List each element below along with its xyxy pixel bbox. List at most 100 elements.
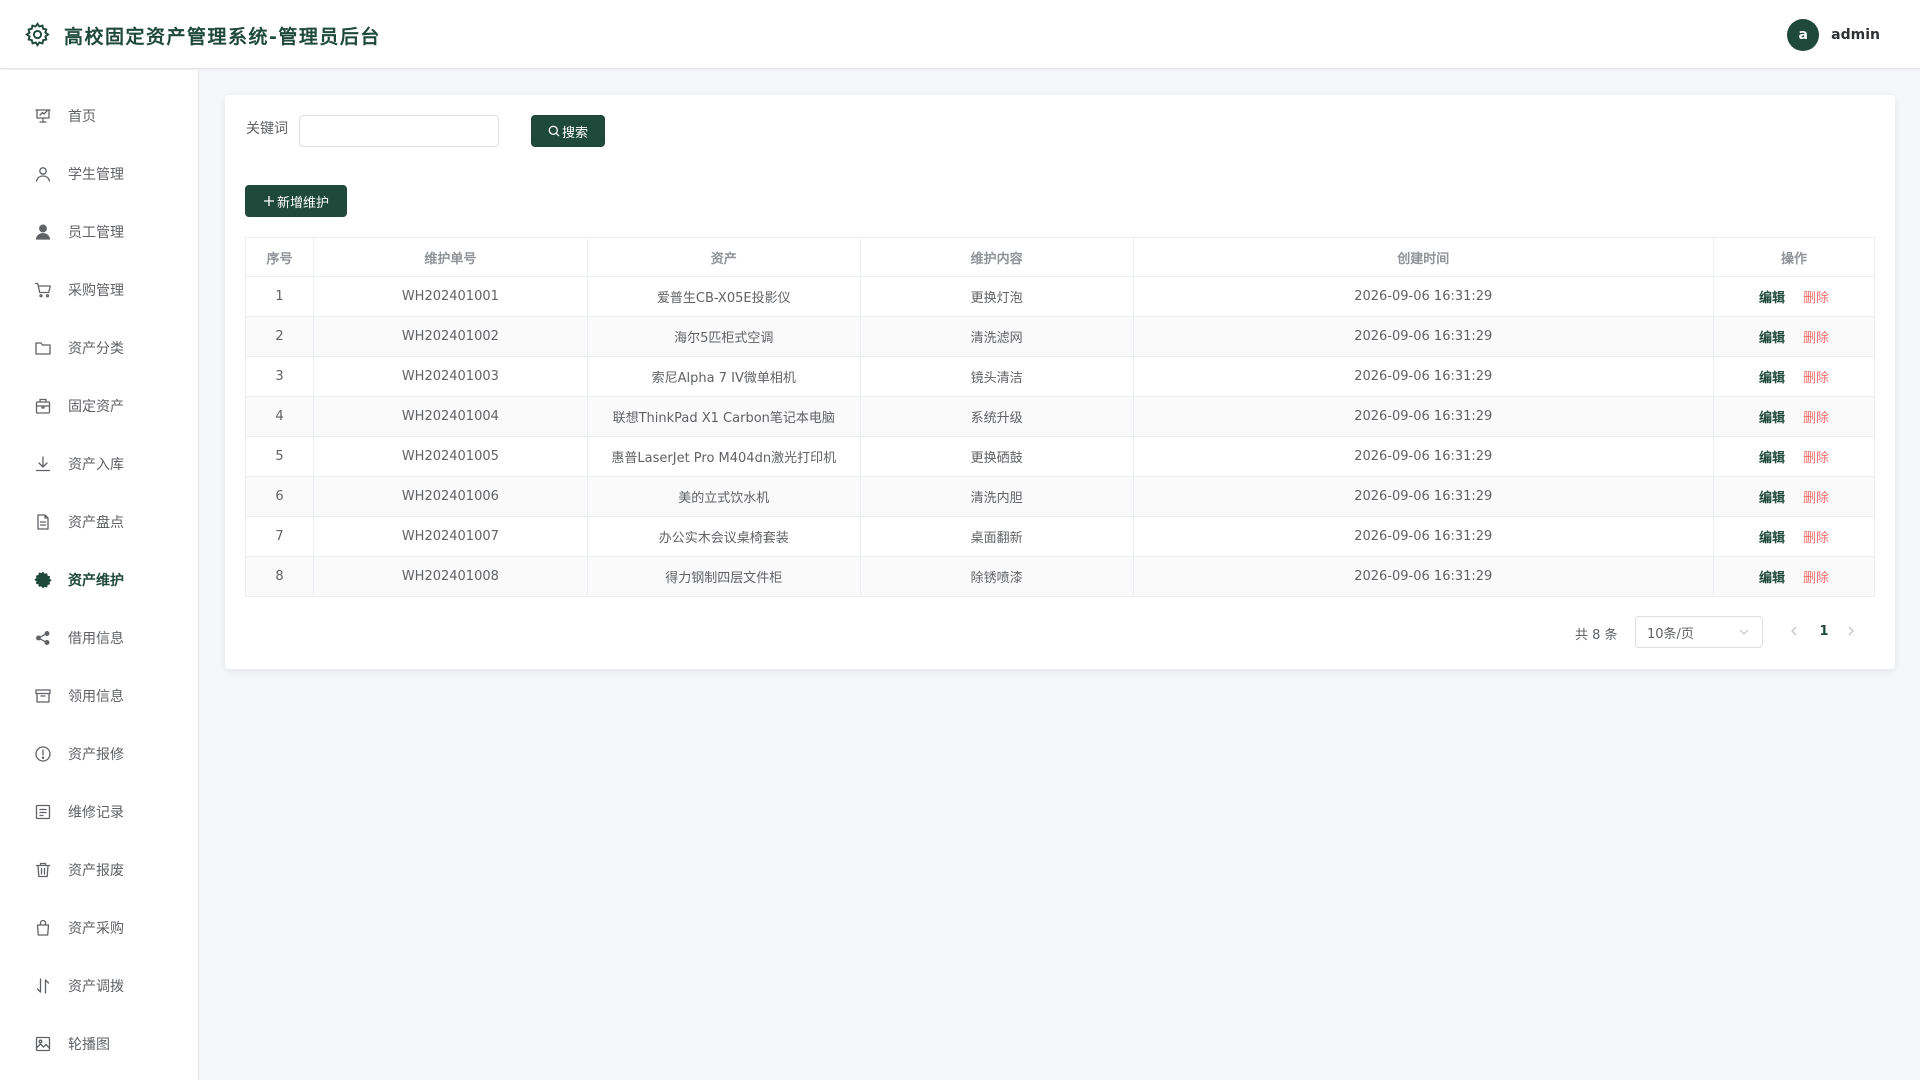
sidebar-item-11[interactable]: 领用信息 <box>0 667 199 725</box>
search-button-label: 搜索 <box>561 125 588 141</box>
sidebar-item-13[interactable]: 维修记录 <box>0 783 199 841</box>
delete-button[interactable]: 删除 <box>1803 531 1829 546</box>
cell-code: WH202401006 <box>313 476 588 517</box>
edit-button[interactable]: 编辑 <box>1759 531 1785 546</box>
gear-icon <box>34 571 52 589</box>
cell-asset: 海尔5匹柜式空调 <box>587 316 861 357</box>
chevron-left-icon[interactable] <box>1787 624 1801 638</box>
delete-button[interactable]: 删除 <box>1803 491 1829 506</box>
sort-icon <box>34 977 52 995</box>
table-row: 8 WH202401008 得力钢制四层文件柜 除锈喷漆 2026-09-06 16:3… <box>245 556 1875 597</box>
sidebar-item-1[interactable]: 首页 <box>0 87 199 145</box>
sidebar-item-label: 资产分类 <box>68 341 124 357</box>
avatar[interactable]: a <box>1787 19 1820 51</box>
box-icon <box>34 687 52 705</box>
sidebar-item-5[interactable]: 资产分类 <box>0 319 199 377</box>
sidebar-item-14[interactable]: 资产报废 <box>0 841 199 899</box>
sidebar-item-7[interactable]: 资产入库 <box>0 435 199 493</box>
sidebar-item-label: 资产采购 <box>68 921 124 937</box>
sidebar-item-label: 轮播图 <box>68 1037 110 1053</box>
sidebar-item-label: 资产调拨 <box>68 979 124 995</box>
shopping-bag-icon <box>34 919 52 937</box>
table-row: 2 WH202401002 海尔5匹柜式空调 清洗滤网 2026-09-06 16:31… <box>245 316 1875 357</box>
sidebar-item-10[interactable]: 借用信息 <box>0 609 199 667</box>
delete-button[interactable]: 删除 <box>1803 451 1829 466</box>
cart-icon <box>34 281 52 299</box>
table-header-row: 序号 维护单号 资产 维护内容 创建时间 操作 <box>245 237 1875 277</box>
page-size-select[interactable]: 10条/页 <box>1635 616 1763 648</box>
edit-button[interactable]: 编辑 <box>1759 371 1785 386</box>
cell-created: 2026-09-06 16:31:29 <box>1133 476 1715 517</box>
sidebar-item-label: 资产维护 <box>68 573 124 589</box>
column-header-actions: 操作 <box>1713 237 1875 277</box>
column-header-content: 维护内容 <box>860 237 1134 277</box>
sidebar-item-16[interactable]: 资产调拨 <box>0 957 199 1015</box>
table-row: 1 WH202401001 爱普生CB-X05E投影仪 更换灯泡 2026-09-06 … <box>245 276 1875 317</box>
user-menu[interactable]: a admin <box>1787 19 1880 51</box>
delete-button[interactable]: 删除 <box>1803 571 1829 586</box>
cell-asset: 办公实木会议桌椅套装 <box>587 516 861 557</box>
chevron-down-icon <box>1739 629 1749 635</box>
sidebar-item-15[interactable]: 资产采购 <box>0 899 199 957</box>
cell-code: WH202401001 <box>313 276 588 317</box>
delete-button[interactable]: 删除 <box>1803 331 1829 346</box>
search-label: 关键词 <box>246 121 288 137</box>
search-icon <box>548 125 560 137</box>
delete-button[interactable]: 删除 <box>1803 411 1829 426</box>
add-maintenance-button[interactable]: 新增维护 <box>245 185 347 217</box>
cell-index: 8 <box>245 556 314 597</box>
sidebar-item-label: 采购管理 <box>68 283 124 299</box>
tickets-icon <box>34 803 52 821</box>
delete-button[interactable]: 删除 <box>1803 291 1829 306</box>
edit-button[interactable]: 编辑 <box>1759 411 1785 426</box>
table-row: 6 WH202401006 美的立式饮水机 清洗内胆 2026-09-06 16:31:… <box>245 476 1875 517</box>
cell-index: 5 <box>245 436 314 477</box>
cell-actions: 编辑 删除 <box>1713 556 1875 597</box>
cell-created: 2026-09-06 16:31:29 <box>1133 356 1715 397</box>
main-card: 关键词 搜索 新增维护 序号 维护单号 资产 维护内容 创建时间 操作 1 WH2… <box>225 95 1895 669</box>
cell-actions: 编辑 删除 <box>1713 356 1875 397</box>
cell-created: 2026-09-06 16:31:29 <box>1133 556 1715 597</box>
search-button[interactable]: 搜索 <box>531 115 605 147</box>
cell-actions: 编辑 删除 <box>1713 396 1875 437</box>
sidebar-item-8[interactable]: 资产盘点 <box>0 493 199 551</box>
cell-actions: 编辑 删除 <box>1713 516 1875 557</box>
sidebar-item-17[interactable]: 轮播图 <box>0 1015 199 1073</box>
cell-created: 2026-09-06 16:31:29 <box>1133 316 1715 357</box>
cell-index: 1 <box>245 276 314 317</box>
sidebar-item-4[interactable]: 采购管理 <box>0 261 199 319</box>
cell-code: WH202401005 <box>313 436 588 477</box>
sidebar-item-label: 资产报废 <box>68 863 124 879</box>
edit-button[interactable]: 编辑 <box>1759 491 1785 506</box>
sidebar-item-9[interactable]: 资产维护 <box>0 551 199 609</box>
edit-button[interactable]: 编辑 <box>1759 571 1785 586</box>
column-header-created: 创建时间 <box>1133 237 1715 277</box>
edit-button[interactable]: 编辑 <box>1759 331 1785 346</box>
search-input[interactable] <box>299 115 499 147</box>
sidebar-item-label: 维修记录 <box>68 805 124 821</box>
cell-content: 镜头清洁 <box>860 356 1134 397</box>
sidebar-item-label: 学生管理 <box>68 167 124 183</box>
cell-content: 更换灯泡 <box>860 276 1134 317</box>
cell-asset: 惠普LaserJet Pro M404dn激光打印机 <box>587 436 861 477</box>
sidebar-item-6[interactable]: 固定资产 <box>0 377 199 435</box>
username[interactable]: admin <box>1831 27 1880 43</box>
cell-actions: 编辑 删除 <box>1713 276 1875 317</box>
delete-button[interactable]: 删除 <box>1803 371 1829 386</box>
sidebar-item-3[interactable]: 员工管理 <box>0 203 199 261</box>
cell-created: 2026-09-06 16:31:29 <box>1133 276 1715 317</box>
cell-index: 7 <box>245 516 314 557</box>
edit-button[interactable]: 编辑 <box>1759 451 1785 466</box>
edit-button[interactable]: 编辑 <box>1759 291 1785 306</box>
cell-index: 2 <box>245 316 314 357</box>
user-filled-icon <box>34 223 52 241</box>
table-row: 7 WH202401007 办公实木会议桌椅套装 桌面翻新 2026-09-06 16:… <box>245 516 1875 557</box>
add-button-label: 新增维护 <box>276 195 329 211</box>
cell-code: WH202401008 <box>313 556 588 597</box>
sidebar-item-12[interactable]: 资产报修 <box>0 725 199 783</box>
cell-actions: 编辑 删除 <box>1713 436 1875 477</box>
page-number-current[interactable]: 1 <box>1813 621 1835 643</box>
sidebar-item-2[interactable]: 学生管理 <box>0 145 199 203</box>
pagination-total: 共 8 条 <box>1575 628 1618 643</box>
chevron-right-icon[interactable] <box>1844 624 1858 638</box>
